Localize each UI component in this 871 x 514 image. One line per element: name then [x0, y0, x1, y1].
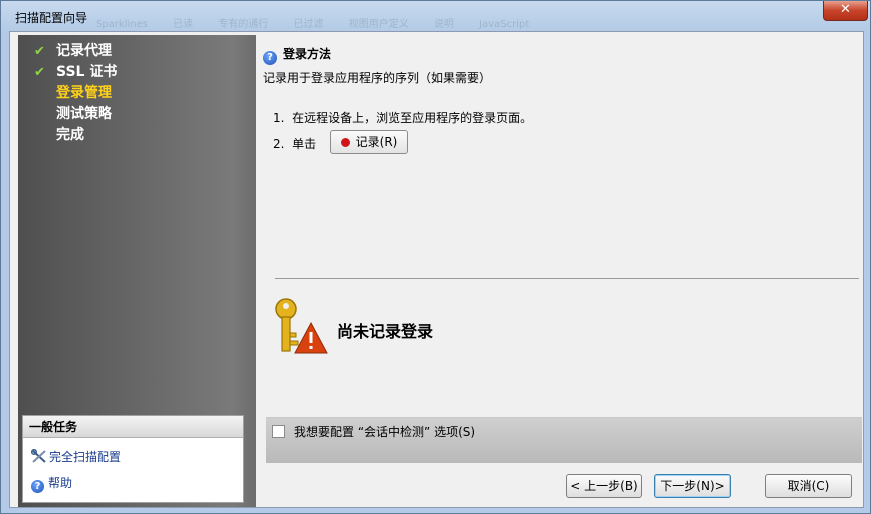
help-link[interactable]: ? 帮助	[31, 474, 72, 493]
background-tabs: Sparklines 已读 专有的通行 已过滤 视图用户定义 说明 JavaSc…	[96, 15, 551, 30]
background-tab: Sparklines	[96, 19, 148, 30]
check-icon: ✔	[34, 44, 45, 59]
wizard-step-test-policy: 测试策略	[56, 106, 112, 122]
record-button[interactable]: 记录(R)	[330, 130, 408, 154]
general-tasks-panel: 一般任务 完全扫描配置 ? 帮助	[22, 415, 244, 503]
next-button[interactable]: 下一步(N)>	[654, 474, 731, 498]
check-icon: ✔	[34, 65, 45, 80]
background-tab: 视图用户定义	[348, 19, 409, 30]
session-detection-label[interactable]: 我想要配置 “会话中检测” 选项(S)	[294, 423, 475, 440]
section-description: 记录用于登录应用程序的序列（如果需要）	[263, 71, 492, 85]
title-bar[interactable]: 扫描配置向导 Sparklines 已读 专有的通行 已过滤 视图用户定义 说明…	[1, 1, 870, 31]
cancel-button[interactable]: 取消(C)	[765, 474, 852, 498]
recording-status: 尚未记录登录	[337, 322, 434, 341]
window-title: 扫描配置向导	[15, 11, 88, 25]
close-button[interactable]: ✕	[823, 1, 868, 21]
help-icon: ?	[31, 480, 44, 493]
background-tab: JavaScript	[479, 19, 530, 30]
wizard-step-record-proxy: ✔ 记录代理	[28, 41, 117, 62]
wizard-step-finish: 完成	[56, 127, 84, 143]
general-tasks-header: 一般任务	[23, 416, 243, 438]
record-icon	[340, 138, 350, 147]
content-pane: ? 登录方法 记录用于登录应用程序的序列（如果需要） 1. 在远程设备上，浏览至应…	[257, 35, 861, 465]
wizard-step-login-management: 登录管理	[56, 85, 112, 101]
wizard-window: 扫描配置向导 Sparklines 已读 专有的通行 已过滤 视图用户定义 说明…	[0, 0, 871, 514]
background-tab: 说明	[433, 19, 454, 30]
close-icon: ✕	[840, 2, 851, 17]
full-scan-config-link[interactable]: 完全扫描配置	[31, 448, 121, 465]
section-heading: ? 登录方法	[263, 45, 331, 65]
question-icon: ?	[263, 51, 277, 65]
background-tab: 专有的通行	[218, 19, 269, 30]
wizard-step-ssl-cert: ✔ SSL 证书	[28, 62, 117, 83]
wizard-sidebar: ✔ 记录代理 ✔ SSL 证书 登录管理 测试策略 完成 一般任务 完全扫描配置 ?…	[18, 35, 256, 507]
background-tab: 已过滤	[293, 19, 324, 30]
dialog-client: ✔ 记录代理 ✔ SSL 证书 登录管理 测试策略 完成 一般任务 完全扫描配置 ?…	[9, 31, 864, 508]
separator	[275, 278, 859, 279]
back-button[interactable]: < 上一步(B)	[566, 474, 642, 498]
tools-icon	[31, 449, 46, 463]
background-tab: 已读	[173, 19, 194, 30]
wizard-step-list: ✔ 记录代理 ✔ SSL 证书 登录管理 测试策略 完成	[28, 41, 117, 146]
key-warning-icon	[275, 298, 328, 354]
instruction-step-2: 2. 单击	[273, 137, 317, 151]
options-bar: 我想要配置 “会话中检测” 选项(S)	[266, 417, 862, 463]
instruction-step-1: 1. 在远程设备上，浏览至应用程序的登录页面。	[273, 111, 533, 125]
session-detection-checkbox[interactable]	[272, 425, 285, 438]
